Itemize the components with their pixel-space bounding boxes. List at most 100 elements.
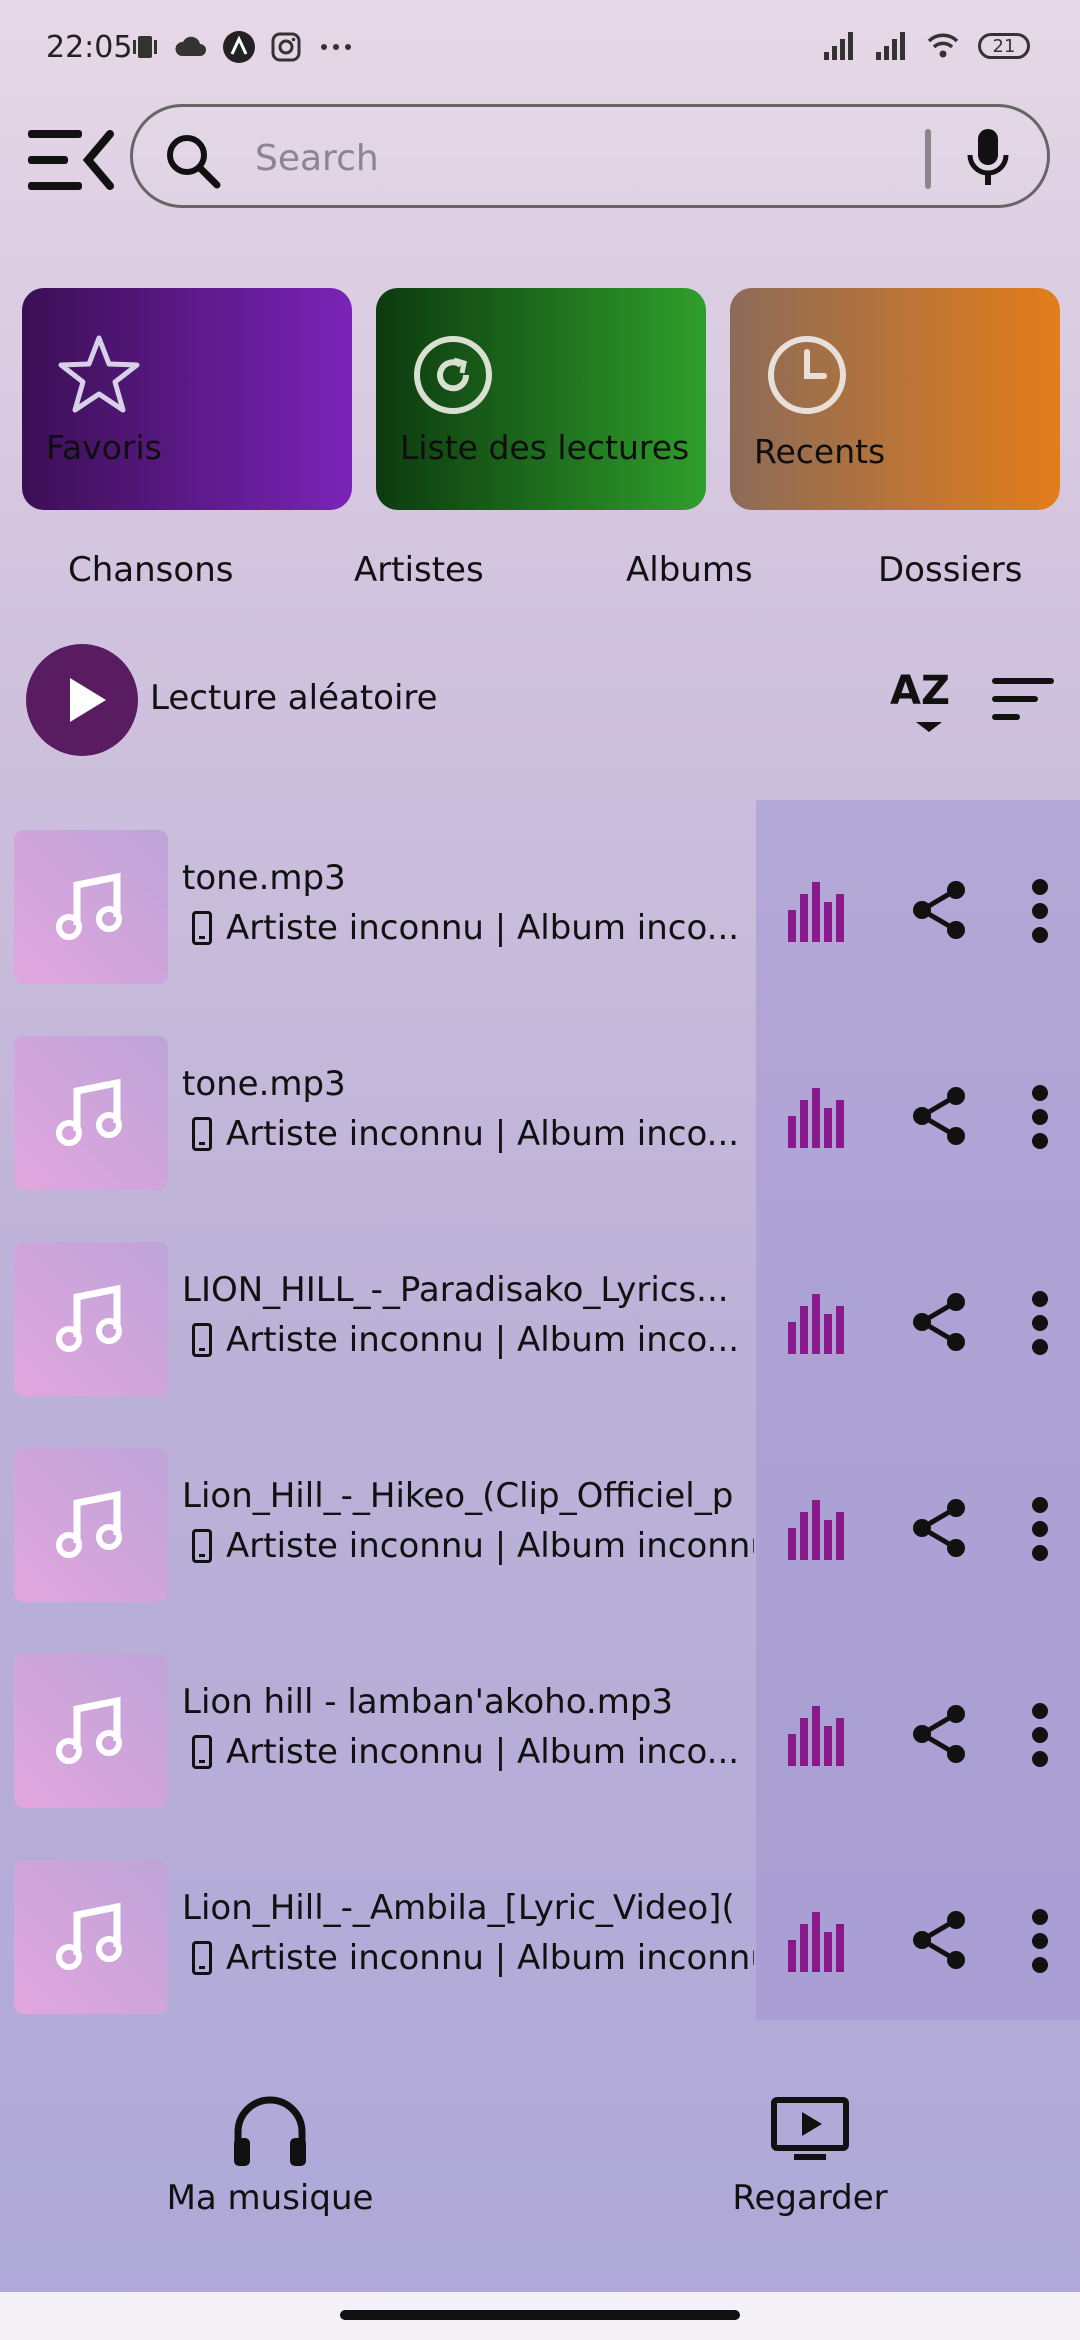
replay-icon: [414, 336, 492, 414]
share-icon[interactable]: [910, 1292, 968, 1352]
tab-albums[interactable]: Albums: [626, 550, 753, 590]
song-meta: Artiste inconnu | Album inco...: [192, 1732, 754, 1772]
album-art: [14, 1654, 168, 1808]
clock-icon: [768, 336, 846, 414]
playlists-card[interactable]: Liste des lectures: [376, 288, 706, 510]
video-play-icon: [771, 2097, 849, 2160]
more-options-icon[interactable]: [1028, 1084, 1052, 1150]
device-icon: [192, 1323, 212, 1357]
song-row[interactable]: Lion_Hill_-_Hikeo_(Clip_Officiel_p Artist…: [0, 1418, 1080, 1624]
vibrate-icon: [133, 36, 157, 58]
cloud-icon: [175, 36, 206, 56]
sort-az-label: AZ: [890, 668, 950, 714]
music-note-icon: [56, 1078, 122, 1146]
song-title: Lion hill - lamban'akoho.mp3: [182, 1682, 674, 1722]
song-meta: Artiste inconnu | Album inco...: [192, 1114, 754, 1154]
share-icon[interactable]: [910, 1086, 968, 1146]
tab-songs[interactable]: Chansons: [68, 550, 233, 590]
music-note-icon: [56, 872, 122, 940]
battery-indicator: 21: [978, 33, 1030, 59]
more-notifications-icon: [321, 44, 351, 50]
signal-2-icon: [876, 32, 905, 60]
tab-artists[interactable]: Artistes: [354, 550, 484, 590]
song-row[interactable]: Lion hill - lamban'akoho.mp3 Artiste inco…: [0, 1624, 1080, 1830]
album-art: [14, 830, 168, 984]
status-notification-icons: [130, 30, 356, 64]
nav-watch[interactable]: Regarder: [660, 2080, 960, 2260]
song-row[interactable]: LION_HILL_-_Paradisako_Lyrics... Artiste …: [0, 1212, 1080, 1418]
equalizer-icon[interactable]: [786, 880, 846, 944]
library-tabs: Chansons Artistes Albums Dossiers: [0, 550, 1080, 610]
shuffle-label[interactable]: Lecture aléatoire: [150, 678, 438, 718]
share-icon[interactable]: [910, 1910, 968, 1970]
device-icon: [192, 911, 212, 945]
top-bar: [0, 100, 1080, 230]
recents-label: Recents: [754, 432, 886, 471]
status-system-icons: 21: [822, 30, 1030, 62]
tab-folders[interactable]: Dossiers: [878, 550, 1022, 590]
shuffle-play-button[interactable]: [26, 644, 138, 756]
sort-down-icon: [916, 722, 942, 732]
song-title: tone.mp3: [182, 1064, 346, 1104]
nav-my-music-label: Ma musique: [166, 2178, 374, 2218]
device-icon: [192, 1529, 212, 1563]
app-a-icon: [223, 31, 255, 63]
song-artist-album: Artiste inconnu | Album inco...: [226, 1114, 740, 1154]
album-art: [14, 1242, 168, 1396]
share-icon[interactable]: [910, 880, 968, 940]
status-time: 22:05: [46, 30, 133, 65]
search-icon: [167, 135, 221, 189]
share-icon[interactable]: [910, 1704, 968, 1764]
song-artist-album: Artiste inconnu | Album inco...: [226, 1732, 740, 1772]
music-note-icon: [56, 1490, 122, 1558]
microphone-icon[interactable]: [963, 127, 1013, 191]
more-options-icon[interactable]: [1028, 1496, 1052, 1562]
album-art: [14, 1036, 168, 1190]
favorites-card[interactable]: Favoris: [22, 288, 352, 510]
song-title: LION_HILL_-_Paradisako_Lyrics...: [182, 1270, 729, 1310]
sort-az-button[interactable]: AZ: [890, 668, 950, 732]
search-input[interactable]: [253, 129, 897, 187]
share-icon[interactable]: [910, 1498, 968, 1558]
search-bar[interactable]: [130, 104, 1050, 208]
equalizer-icon[interactable]: [786, 1292, 846, 1356]
music-note-icon: [56, 1696, 122, 1764]
song-artist-album: Artiste inconnu | Album inconnu: [226, 1938, 754, 1978]
song-row[interactable]: Lion_Hill_-_Ambila_[Lyric_Video]( Artiste…: [0, 1830, 1080, 2036]
recents-card[interactable]: Recents: [730, 288, 1060, 510]
equalizer-icon[interactable]: [786, 1704, 846, 1768]
music-note-icon: [56, 1902, 122, 1970]
equalizer-icon[interactable]: [786, 1498, 846, 1562]
song-title: tone.mp3: [182, 858, 346, 898]
song-list: tone.mp3 Artiste inconnu | Album inco... t…: [0, 800, 1080, 2020]
equalizer-icon[interactable]: [786, 1086, 846, 1150]
equalizer-icon[interactable]: [786, 1910, 846, 1974]
nav-my-music[interactable]: Ma musique: [120, 2080, 420, 2260]
device-icon: [192, 1941, 212, 1975]
bottom-navigation: Ma musique Regarder: [0, 2080, 1080, 2260]
device-icon: [192, 1735, 212, 1769]
status-bar: 22:05 21: [0, 0, 1080, 100]
song-row[interactable]: tone.mp3 Artiste inconnu | Album inco...: [0, 1006, 1080, 1212]
menu-collapse-icon[interactable]: [26, 126, 116, 196]
favorites-label: Favoris: [46, 428, 162, 467]
search-divider: [925, 129, 931, 189]
more-options-icon[interactable]: [1028, 1290, 1052, 1356]
song-title: Lion_Hill_-_Hikeo_(Clip_Officiel_p: [182, 1476, 734, 1516]
album-art: [14, 1860, 168, 2014]
song-meta: Artiste inconnu | Album inco...: [192, 1320, 754, 1360]
star-icon: [58, 335, 140, 413]
music-note-icon: [56, 1284, 122, 1352]
device-icon: [192, 1117, 212, 1151]
home-indicator[interactable]: [340, 2310, 740, 2320]
instagram-icon: [271, 32, 301, 62]
play-icon: [70, 678, 106, 722]
song-title: Lion_Hill_-_Ambila_[Lyric_Video](: [182, 1888, 735, 1928]
more-options-icon[interactable]: [1028, 878, 1052, 944]
more-options-icon[interactable]: [1028, 1908, 1052, 1974]
more-options-icon[interactable]: [1028, 1702, 1052, 1768]
shuffle-row: Lecture aléatoire AZ: [0, 640, 1080, 760]
sort-options-icon[interactable]: [990, 674, 1056, 724]
song-meta: Artiste inconnu | Album inconnu: [192, 1938, 754, 1978]
song-row[interactable]: tone.mp3 Artiste inconnu | Album inco...: [0, 800, 1080, 1006]
